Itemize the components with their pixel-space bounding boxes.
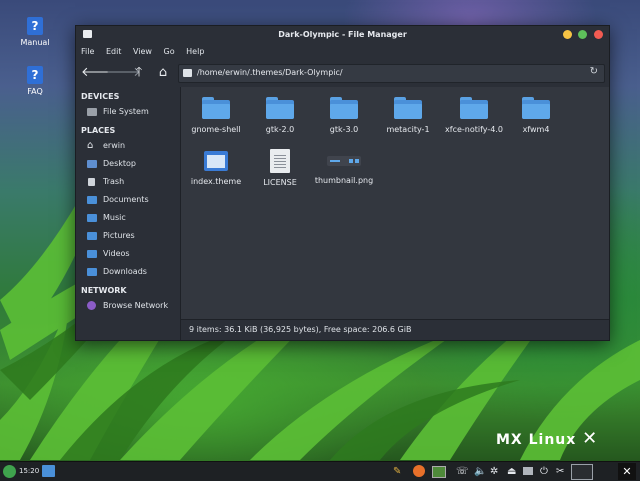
toolbar: 🡐 🡒 🡑 ⌂ /home/erwin/.themes/Dark-Olympic… (76, 60, 609, 86)
mx-logo-icon[interactable]: ✕ (618, 463, 636, 480)
desktop-icon (87, 160, 97, 168)
phone-icon[interactable]: ☏ (456, 462, 469, 481)
volume-icon[interactable]: 🔈 (474, 462, 486, 481)
status-bar: 9 items: 36.1 KiB (36,925 bytes), Free s… (181, 319, 609, 340)
sidebar-item-pictures[interactable]: Pictures (76, 227, 180, 245)
folder-icon (183, 69, 192, 77)
sidebar-item-erwin[interactable]: ⌂ erwin (76, 137, 180, 155)
window-titlebar[interactable]: Dark-Olympic - File Manager (76, 26, 609, 44)
power-icon[interactable]: ⏻ (540, 462, 548, 481)
sidebar-item-documents[interactable]: Documents (76, 191, 180, 209)
file-name: gtk-3.0 (329, 125, 359, 134)
reload-icon[interactable]: ↻ (590, 66, 598, 77)
firefox-icon[interactable] (413, 465, 425, 477)
videos-folder-icon (87, 250, 97, 258)
folder-icon (522, 97, 550, 119)
file-view[interactable]: gnome-shell gtk-2.0 gtk-3.0 metacity-1 x… (181, 87, 609, 320)
file-item-gnome-shell[interactable]: gnome-shell (184, 97, 248, 134)
menu-go[interactable]: Go (164, 44, 175, 60)
home-icon: ⌂ (87, 140, 94, 151)
help-icon: ? (27, 17, 43, 35)
drive-icon (87, 108, 97, 116)
updates-icon[interactable]: ✲ (490, 462, 498, 481)
close-button[interactable] (594, 30, 603, 39)
file-name: thumbnail.png (314, 176, 374, 185)
menu-bar: File Edit View Go Help (76, 44, 609, 60)
folder-icon (460, 97, 488, 119)
sidebar-item-videos[interactable]: Videos (76, 245, 180, 263)
sidebar-item-trash[interactable]: Trash (76, 173, 180, 191)
file-item-license[interactable]: LICENSE (248, 149, 312, 187)
file-item-xfce-notify[interactable]: xfce-notify-4.0 (439, 97, 509, 134)
menu-help[interactable]: Help (186, 44, 204, 60)
sidebar-item-desktop[interactable]: Desktop (76, 155, 180, 173)
up-button[interactable]: 🡑 (130, 64, 148, 82)
clipboard-icon[interactable]: ✂ (556, 462, 564, 481)
sidebar-heading-places: PLACES (81, 126, 116, 135)
location-bar[interactable]: /home/erwin/.themes/Dark-Olympic/ ↻ (178, 64, 605, 83)
network-icon[interactable] (523, 467, 533, 475)
workspace-switcher[interactable] (571, 464, 593, 480)
forward-button[interactable]: 🡒 (106, 64, 141, 82)
music-folder-icon (87, 214, 97, 222)
sidebar-heading-devices: DEVICES (81, 92, 120, 101)
sidebar-item-file-system[interactable]: File System (76, 103, 180, 121)
desktop-icon-manual[interactable]: ? Manual (5, 17, 65, 47)
file-name: xfwm4 (522, 125, 550, 134)
desktop-icon-label: Manual (20, 38, 50, 47)
network-icon (87, 301, 96, 310)
trash-icon (88, 178, 95, 186)
sidebar-item-downloads[interactable]: Downloads (76, 263, 180, 281)
downloads-folder-icon (87, 268, 97, 276)
file-item-gtk-3[interactable]: gtk-3.0 (312, 97, 376, 134)
pin-icon[interactable]: ✎ (393, 462, 401, 481)
location-path: /home/erwin/.themes/Dark-Olympic/ (197, 68, 343, 77)
file-manager-window[interactable]: Dark-Olympic - File Manager File Edit Vi… (75, 25, 610, 341)
minimize-button[interactable] (562, 30, 572, 39)
menu-file[interactable]: File (81, 44, 94, 60)
file-name: gtk-2.0 (265, 125, 295, 134)
file-item-xfwm4[interactable]: xfwm4 (504, 97, 568, 134)
folder-icon (202, 97, 230, 119)
taskbar: 15:20 ✎ ☏ 🔈 ✲ ⏏ ⏻ ✂ ✕ (0, 461, 640, 481)
file-name: xfce-notify-4.0 (445, 125, 503, 134)
help-icon: ? (27, 66, 43, 84)
menu-view[interactable]: View (133, 44, 152, 60)
text-document-icon (270, 149, 290, 173)
sidebar-heading-network: NETWORK (81, 286, 127, 295)
image-thumbnail-icon (327, 156, 361, 166)
file-name: index.theme (190, 177, 242, 186)
terminal-icon[interactable] (432, 466, 446, 478)
menu-edit[interactable]: Edit (106, 44, 122, 60)
file-item-metacity[interactable]: metacity-1 (376, 97, 440, 134)
folder-icon (330, 97, 358, 119)
folder-icon (266, 97, 294, 119)
file-name: gnome-shell (191, 125, 241, 134)
file-item-thumbnail[interactable]: thumbnail.png (308, 149, 380, 185)
theme-file-icon (204, 151, 228, 171)
mx-linux-logo: MX Linux ✕ (496, 428, 599, 449)
folder-icon (394, 97, 422, 119)
documents-folder-icon (87, 196, 97, 204)
eject-icon[interactable]: ⏏ (507, 462, 516, 481)
file-item-gtk-2[interactable]: gtk-2.0 (248, 97, 312, 134)
file-name: LICENSE (263, 178, 297, 187)
window-title: Dark-Olympic - File Manager (278, 30, 407, 39)
file-item-index-theme[interactable]: index.theme (184, 149, 248, 186)
sidebar: DEVICES File System PLACES ⌂ erwin Deskt… (76, 87, 181, 340)
sidebar-item-music[interactable]: Music (76, 209, 180, 227)
file-manager-taskbar-button[interactable] (42, 465, 55, 477)
start-menu-button[interactable] (3, 465, 16, 478)
desktop-icon-label: FAQ (27, 87, 43, 96)
desktop-icon-faq[interactable]: ? FAQ (5, 66, 65, 96)
maximize-button[interactable] (578, 30, 588, 39)
back-button[interactable]: 🡐 (81, 64, 116, 82)
pictures-folder-icon (87, 232, 97, 240)
file-name: metacity-1 (386, 125, 430, 134)
home-button[interactable]: ⌂ (154, 64, 172, 82)
sidebar-item-browse-network[interactable]: Browse Network (76, 297, 180, 315)
clock[interactable]: 15:20 (19, 462, 39, 481)
